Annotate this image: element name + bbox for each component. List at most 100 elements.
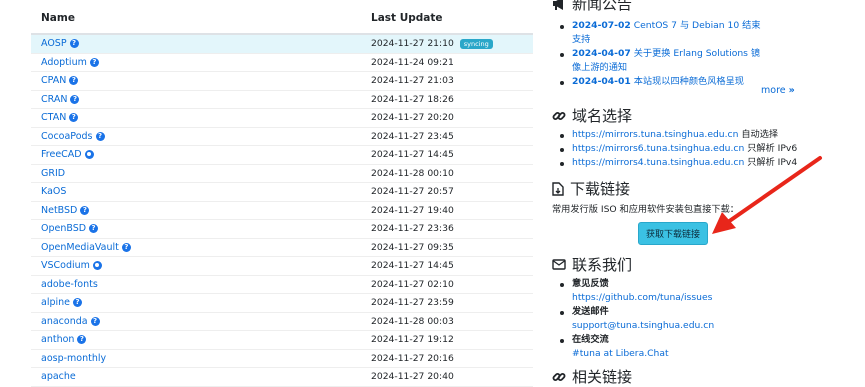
mirror-link[interactable]: OpenMediaVault — [41, 242, 119, 253]
mirror-link[interactable]: OpenBSD — [41, 223, 86, 234]
mirror-link[interactable]: Adoptium — [41, 57, 87, 68]
contact-link[interactable]: https://github.com/tuna/issues — [572, 292, 712, 303]
news-title: 新闻公告 — [572, 0, 633, 13]
mirror-link[interactable]: anaconda — [41, 316, 88, 327]
column-header-name[interactable]: Name — [31, 12, 361, 33]
help-icon[interactable]: ? — [70, 94, 80, 104]
last-update-cell: 2024-11-27 20:16 — [361, 353, 533, 364]
last-update-cell: 2024-11-28 00:03 — [361, 316, 533, 327]
mirror-link[interactable]: aosp-monthly — [41, 353, 106, 364]
domain-link[interactable]: https://mirrors.tuna.tsinghua.edu.cn — [572, 129, 738, 140]
last-update-time: 2024-11-27 23:45 — [371, 130, 454, 142]
news-item[interactable]: 2024-04-01 本站现以四种颜色风格呈现 — [552, 75, 762, 89]
mirror-name-cell: aosp-monthly — [31, 353, 361, 364]
table-row: alpine? 2024-11-27 23:59 — [31, 294, 533, 313]
mirror-name-cell: anaconda? — [31, 316, 361, 327]
last-update-time: 2024-11-28 00:03 — [371, 315, 454, 327]
help-icon[interactable]: ? — [69, 76, 79, 86]
mirror-link[interactable]: CPAN — [41, 75, 66, 86]
contact-item: 在线交流 #tuna at Libera.Chat — [552, 333, 714, 361]
table-row: CocoaPods? 2024-11-27 23:45 — [31, 128, 533, 146]
mirror-link[interactable]: NetBSD — [41, 205, 77, 216]
contact-list: 意见反馈 https://github.com/tuna/issues 发送邮件 s… — [552, 277, 714, 361]
help-icon[interactable]: ? — [80, 205, 90, 215]
mirror-name-cell: CRAN? — [31, 94, 361, 105]
last-update-cell: 2024-11-28 00:10 — [361, 168, 533, 179]
mirror-link[interactable]: FreeCAD — [41, 149, 82, 160]
table-body: AOSP? 2024-11-27 21:10 syncing Adoptium? 202… — [31, 35, 533, 387]
last-update-cell: 2024-11-27 19:12 — [361, 334, 533, 345]
mirror-link[interactable]: anthon — [41, 334, 74, 345]
last-update-time: 2024-11-27 02:10 — [371, 278, 454, 290]
table-row: GRID 2024-11-28 00:10 — [31, 165, 533, 183]
news-item[interactable]: 2024-07-02 CentOS 7 与 Debian 10 结束支持 — [552, 19, 762, 46]
contact-link[interactable]: support@tuna.tsinghua.edu.cn — [572, 320, 714, 331]
table-row: AOSP? 2024-11-27 21:10 syncing — [31, 35, 533, 54]
table-row: NetBSD? 2024-11-27 19:40 — [31, 202, 533, 220]
mirror-link[interactable]: apache — [41, 371, 76, 382]
help-icon[interactable]: ? — [89, 224, 99, 234]
last-update-cell: 2024-11-27 20:20 — [361, 112, 533, 123]
help-icon[interactable]: ? — [69, 113, 79, 123]
last-update-cell: 2024-11-27 21:10 syncing — [361, 38, 533, 49]
file-download-icon — [552, 181, 564, 196]
mirror-link[interactable]: CTAN — [41, 112, 66, 123]
mirror-name-cell: CocoaPods? — [31, 131, 361, 142]
help-icon[interactable]: ? — [77, 335, 87, 345]
mirror-name-cell: GRID — [31, 168, 361, 179]
help-icon[interactable]: ? — [89, 57, 99, 67]
mirror-link[interactable]: adobe-fonts — [41, 279, 98, 290]
last-update-time: 2024-11-27 09:35 — [371, 241, 454, 253]
mirror-link[interactable]: alpine — [41, 297, 70, 308]
help-icon[interactable]: ? — [73, 298, 82, 308]
mirror-link[interactable]: KaOS — [41, 186, 66, 197]
more-label: more — [761, 85, 786, 96]
last-update-time: 2024-11-28 00:10 — [371, 167, 454, 179]
last-update-time: 2024-11-27 20:16 — [371, 352, 454, 364]
related-heading: 相关链接 — [552, 366, 632, 387]
column-header-last-update[interactable]: Last Update — [361, 12, 533, 33]
github-icon[interactable] — [92, 261, 102, 271]
help-icon[interactable]: ? — [90, 316, 100, 326]
help-icon[interactable]: ? — [69, 39, 79, 49]
table-row: KaOS 2024-11-27 20:57 — [31, 183, 533, 202]
mirror-name-cell: apache — [31, 371, 361, 382]
domain-title: 域名选择 — [572, 107, 633, 125]
last-update-time: 2024-11-24 09:21 — [371, 56, 454, 68]
domain-item: https://mirrors.tuna.tsinghua.edu.cn 自动选… — [552, 128, 797, 142]
contact-heading: 联系我们 — [552, 254, 632, 275]
last-update-cell: 2024-11-27 21:03 — [361, 75, 533, 86]
red-arrow-annotation — [712, 156, 822, 234]
contact-label: 在线交流 — [572, 334, 609, 345]
more-link[interactable]: more » — [761, 85, 795, 96]
download-heading: 下载链接 — [552, 178, 630, 199]
mirror-table: Name Last Update AOSP? 2024-11-27 21:10 sy… — [31, 0, 533, 387]
link-icon — [552, 372, 566, 381]
contact-link[interactable]: #tuna at Libera.Chat — [572, 348, 669, 359]
last-update-time: 2024-11-27 14:45 — [371, 260, 454, 272]
mirror-name-cell: FreeCAD — [31, 149, 361, 160]
help-icon[interactable]: ? — [95, 131, 105, 141]
get-download-link-button[interactable]: 获取下载链接 — [638, 222, 708, 245]
status-badge: syncing — [459, 38, 493, 49]
github-icon[interactable] — [84, 150, 94, 160]
news-item[interactable]: 2024-04-07 关于更换 Erlang Solutions 镜像上游的通知 — [552, 47, 762, 74]
last-update-cell: 2024-11-27 23:36 — [361, 223, 533, 234]
mirror-link[interactable]: CRAN — [41, 94, 67, 105]
mirror-name-cell: OpenBSD? — [31, 223, 361, 234]
table-row: anaconda? 2024-11-28 00:03 — [31, 313, 533, 331]
last-update-cell: 2024-11-27 02:10 — [361, 279, 533, 290]
mirror-link[interactable]: CocoaPods — [41, 131, 93, 142]
mirror-link[interactable]: AOSP — [41, 38, 67, 49]
last-update-cell: 2024-11-27 23:59 — [361, 297, 533, 308]
last-update-time: 2024-11-27 19:12 — [371, 334, 454, 346]
domain-note: 自动选择 — [741, 129, 779, 140]
last-update-cell: 2024-11-27 18:26 — [361, 94, 533, 105]
contact-item: 发送邮件 support@tuna.tsinghua.edu.cn — [552, 305, 714, 333]
contact-label: 意见反馈 — [572, 278, 609, 289]
last-update-cell: 2024-11-27 14:45 — [361, 260, 533, 271]
mirror-link[interactable]: GRID — [41, 168, 65, 179]
last-update-time: 2024-11-27 20:20 — [371, 112, 454, 124]
mirror-link[interactable]: VSCodium — [41, 260, 90, 271]
help-icon[interactable]: ? — [121, 242, 131, 252]
